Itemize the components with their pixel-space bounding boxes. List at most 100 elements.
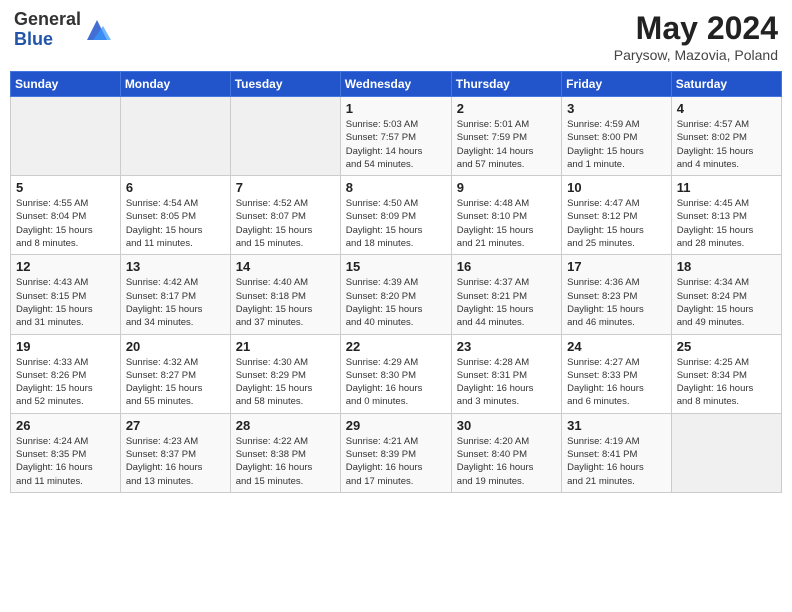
calendar-cell: 31Sunrise: 4:19 AM Sunset: 8:41 PM Dayli… xyxy=(562,413,672,492)
day-number: 13 xyxy=(126,259,225,274)
calendar-cell: 5 Sunrise: 4:55 AM Sunset: 8:04 PM Daylig… xyxy=(11,176,121,255)
day-number: 18 xyxy=(677,259,776,274)
calendar-cell: 24Sunrise: 4:27 AM Sunset: 8:33 PM Dayli… xyxy=(562,334,672,413)
calendar-cell: 6Sunrise: 4:54 AM Sunset: 8:05 PM Daylig… xyxy=(120,176,230,255)
logo-general: General xyxy=(14,10,81,30)
calendar-cell: 14Sunrise: 4:40 AM Sunset: 8:18 PM Dayli… xyxy=(230,255,340,334)
day-info: Sunrise: 4:21 AM Sunset: 8:39 PM Dayligh… xyxy=(346,435,446,488)
calendar-week-row: 1Sunrise: 5:03 AM Sunset: 7:57 PM Daylig… xyxy=(11,97,782,176)
day-number: 3 xyxy=(567,101,666,116)
calendar-cell: 7 Sunrise: 4:52 AM Sunset: 8:07 PM Daylig… xyxy=(230,176,340,255)
calendar-cell: 16 Sunrise: 4:37 AM Sunset: 8:21 PM Dayli… xyxy=(451,255,561,334)
day-number: 29 xyxy=(346,418,446,433)
day-info: Sunrise: 4:52 AM Sunset: 8:07 PM Dayligh… xyxy=(236,197,335,250)
day-number: 9 xyxy=(457,180,556,195)
title-location: Parysow, Mazovia, Poland xyxy=(614,47,778,63)
day-number: 25 xyxy=(677,339,776,354)
day-number: 30 xyxy=(457,418,556,433)
calendar-cell xyxy=(11,97,121,176)
day-info: Sunrise: 4:40 AM Sunset: 8:18 PM Dayligh… xyxy=(236,276,335,329)
day-number: 20 xyxy=(126,339,225,354)
day-info: Sunrise: 4:33 AM Sunset: 8:26 PM Dayligh… xyxy=(16,356,115,409)
calendar-cell: 28 Sunrise: 4:22 AM Sunset: 8:38 PM Dayli… xyxy=(230,413,340,492)
day-number: 23 xyxy=(457,339,556,354)
day-of-week-header: Saturday xyxy=(671,72,781,97)
logo-icon xyxy=(83,16,111,44)
day-of-week-header: Sunday xyxy=(11,72,121,97)
calendar-table: SundayMondayTuesdayWednesdayThursdayFrid… xyxy=(10,71,782,493)
day-info: Sunrise: 4:50 AM Sunset: 8:09 PM Dayligh… xyxy=(346,197,446,250)
day-number: 22 xyxy=(346,339,446,354)
day-number: 27 xyxy=(126,418,225,433)
calendar-cell: 17Sunrise: 4:36 AM Sunset: 8:23 PM Dayli… xyxy=(562,255,672,334)
day-info: Sunrise: 4:25 AM Sunset: 8:34 PM Dayligh… xyxy=(677,356,776,409)
calendar-cell: 1Sunrise: 5:03 AM Sunset: 7:57 PM Daylig… xyxy=(340,97,451,176)
calendar-cell: 13Sunrise: 4:42 AM Sunset: 8:17 PM Dayli… xyxy=(120,255,230,334)
day-of-week-header: Thursday xyxy=(451,72,561,97)
logo: General Blue xyxy=(14,10,111,50)
calendar-cell xyxy=(671,413,781,492)
calendar-cell: 3 Sunrise: 4:59 AM Sunset: 8:00 PM Daylig… xyxy=(562,97,672,176)
day-info: Sunrise: 4:57 AM Sunset: 8:02 PM Dayligh… xyxy=(677,118,776,171)
day-info: Sunrise: 4:32 AM Sunset: 8:27 PM Dayligh… xyxy=(126,356,225,409)
day-number: 2 xyxy=(457,101,556,116)
logo-text: General Blue xyxy=(14,10,81,50)
day-info: Sunrise: 4:47 AM Sunset: 8:12 PM Dayligh… xyxy=(567,197,666,250)
calendar-cell: 30Sunrise: 4:20 AM Sunset: 8:40 PM Dayli… xyxy=(451,413,561,492)
day-info: Sunrise: 4:43 AM Sunset: 8:15 PM Dayligh… xyxy=(16,276,115,329)
day-number: 7 xyxy=(236,180,335,195)
calendar-week-row: 5 Sunrise: 4:55 AM Sunset: 8:04 PM Daylig… xyxy=(11,176,782,255)
day-info: Sunrise: 4:45 AM Sunset: 8:13 PM Dayligh… xyxy=(677,197,776,250)
day-number: 26 xyxy=(16,418,115,433)
day-info: Sunrise: 5:01 AM Sunset: 7:59 PM Dayligh… xyxy=(457,118,556,171)
calendar-cell: 21 Sunrise: 4:30 AM Sunset: 8:29 PM Dayli… xyxy=(230,334,340,413)
day-of-week-header: Friday xyxy=(562,72,672,97)
calendar-week-row: 12 Sunrise: 4:43 AM Sunset: 8:15 PM Dayli… xyxy=(11,255,782,334)
logo-blue: Blue xyxy=(14,30,81,50)
day-info: Sunrise: 5:03 AM Sunset: 7:57 PM Dayligh… xyxy=(346,118,446,171)
day-number: 11 xyxy=(677,180,776,195)
day-of-week-header: Tuesday xyxy=(230,72,340,97)
calendar-cell: 29 Sunrise: 4:21 AM Sunset: 8:39 PM Dayli… xyxy=(340,413,451,492)
day-number: 31 xyxy=(567,418,666,433)
calendar-cell: 4Sunrise: 4:57 AM Sunset: 8:02 PM Daylig… xyxy=(671,97,781,176)
day-number: 5 xyxy=(16,180,115,195)
calendar-week-row: 19 Sunrise: 4:33 AM Sunset: 8:26 PM Dayli… xyxy=(11,334,782,413)
day-info: Sunrise: 4:28 AM Sunset: 8:31 PM Dayligh… xyxy=(457,356,556,409)
calendar-cell: 23 Sunrise: 4:28 AM Sunset: 8:31 PM Dayli… xyxy=(451,334,561,413)
day-info: Sunrise: 4:30 AM Sunset: 8:29 PM Dayligh… xyxy=(236,356,335,409)
calendar-cell xyxy=(120,97,230,176)
day-info: Sunrise: 4:34 AM Sunset: 8:24 PM Dayligh… xyxy=(677,276,776,329)
day-number: 21 xyxy=(236,339,335,354)
calendar-cell: 18 Sunrise: 4:34 AM Sunset: 8:24 PM Dayli… xyxy=(671,255,781,334)
title-month: May 2024 xyxy=(614,10,778,47)
day-info: Sunrise: 4:37 AM Sunset: 8:21 PM Dayligh… xyxy=(457,276,556,329)
page-header: General Blue May 2024 Parysow, Mazovia, … xyxy=(10,10,782,63)
calendar-cell: 26 Sunrise: 4:24 AM Sunset: 8:35 PM Dayli… xyxy=(11,413,121,492)
calendar-cell: 8 Sunrise: 4:50 AM Sunset: 8:09 PM Daylig… xyxy=(340,176,451,255)
day-info: Sunrise: 4:59 AM Sunset: 8:00 PM Dayligh… xyxy=(567,118,666,171)
calendar-cell: 27 Sunrise: 4:23 AM Sunset: 8:37 PM Dayli… xyxy=(120,413,230,492)
day-info: Sunrise: 4:24 AM Sunset: 8:35 PM Dayligh… xyxy=(16,435,115,488)
day-of-week-header: Wednesday xyxy=(340,72,451,97)
day-info: Sunrise: 4:23 AM Sunset: 8:37 PM Dayligh… xyxy=(126,435,225,488)
day-number: 12 xyxy=(16,259,115,274)
day-number: 8 xyxy=(346,180,446,195)
calendar-header-row: SundayMondayTuesdayWednesdayThursdayFrid… xyxy=(11,72,782,97)
calendar-cell: 15Sunrise: 4:39 AM Sunset: 8:20 PM Dayli… xyxy=(340,255,451,334)
calendar-week-row: 26 Sunrise: 4:24 AM Sunset: 8:35 PM Dayli… xyxy=(11,413,782,492)
day-number: 28 xyxy=(236,418,335,433)
day-info: Sunrise: 4:22 AM Sunset: 8:38 PM Dayligh… xyxy=(236,435,335,488)
day-info: Sunrise: 4:36 AM Sunset: 8:23 PM Dayligh… xyxy=(567,276,666,329)
calendar-cell: 20 Sunrise: 4:32 AM Sunset: 8:27 PM Dayli… xyxy=(120,334,230,413)
calendar-cell: 9Sunrise: 4:48 AM Sunset: 8:10 PM Daylig… xyxy=(451,176,561,255)
calendar-cell: 2 Sunrise: 5:01 AM Sunset: 7:59 PM Daylig… xyxy=(451,97,561,176)
day-info: Sunrise: 4:55 AM Sunset: 8:04 PM Dayligh… xyxy=(16,197,115,250)
day-number: 16 xyxy=(457,259,556,274)
day-number: 19 xyxy=(16,339,115,354)
calendar-cell: 25 Sunrise: 4:25 AM Sunset: 8:34 PM Dayli… xyxy=(671,334,781,413)
calendar-cell: 22Sunrise: 4:29 AM Sunset: 8:30 PM Dayli… xyxy=(340,334,451,413)
day-info: Sunrise: 4:54 AM Sunset: 8:05 PM Dayligh… xyxy=(126,197,225,250)
day-info: Sunrise: 4:27 AM Sunset: 8:33 PM Dayligh… xyxy=(567,356,666,409)
day-number: 15 xyxy=(346,259,446,274)
